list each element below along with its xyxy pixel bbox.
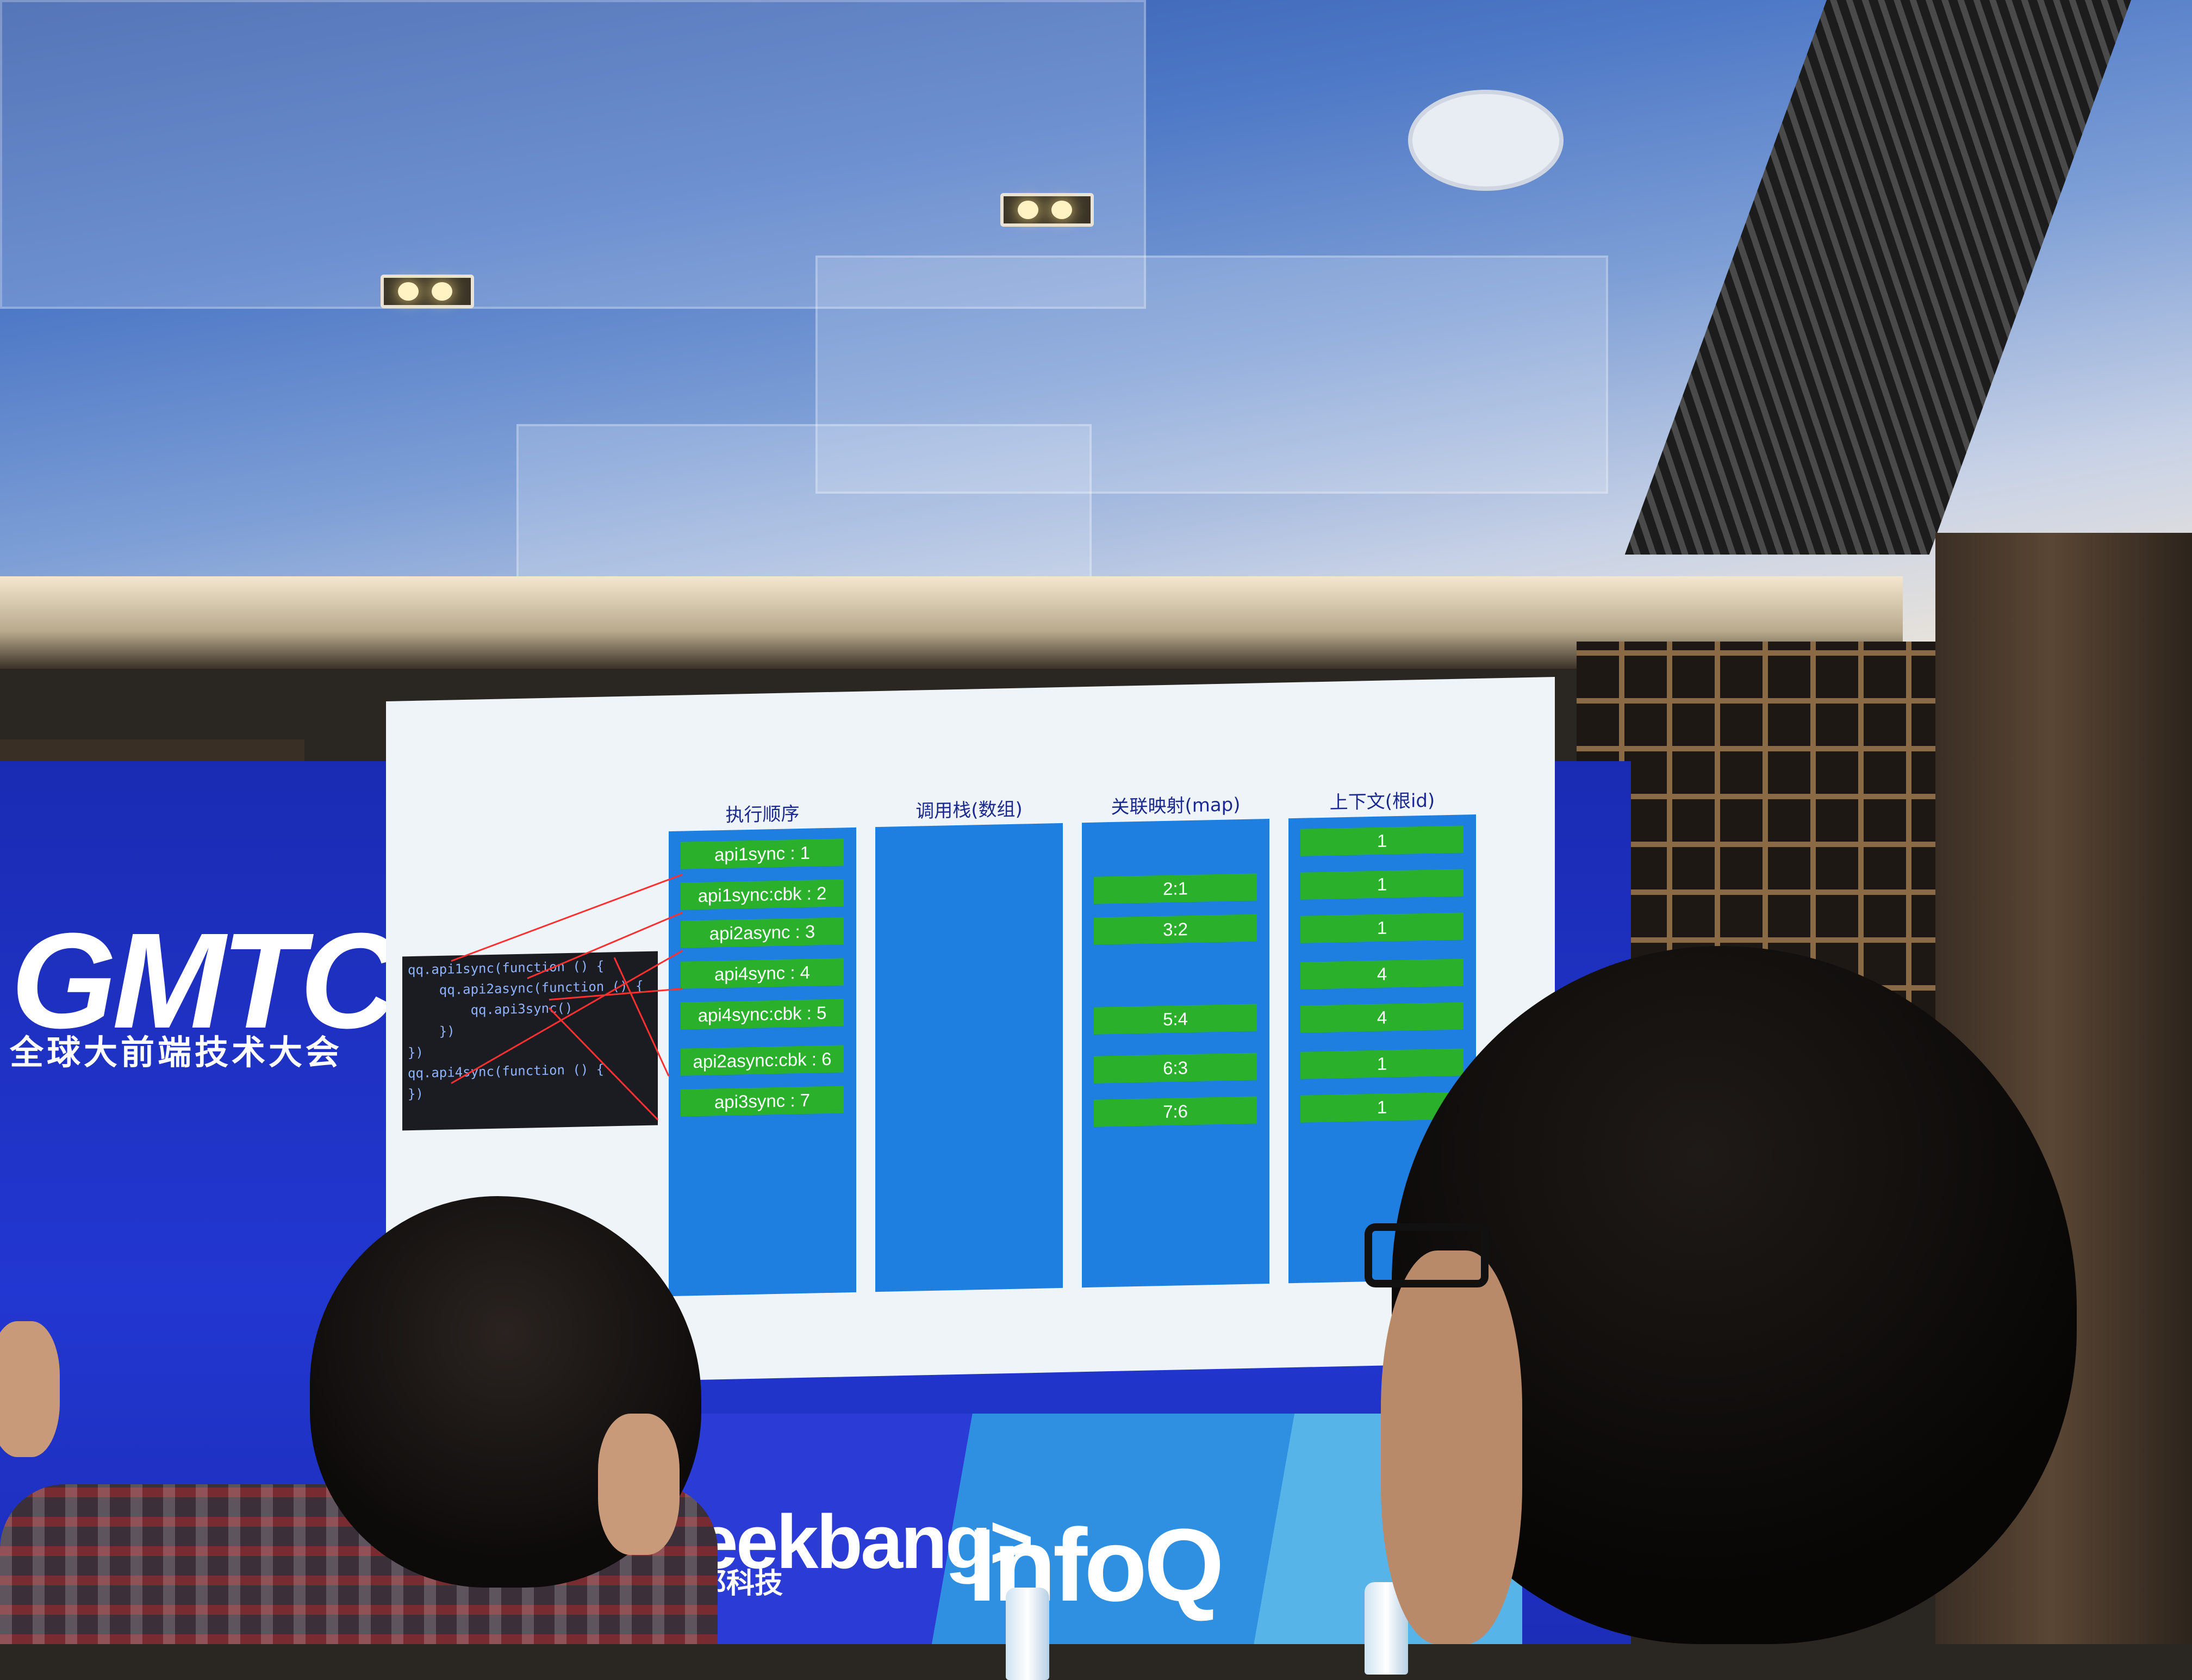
association-line (548, 1007, 659, 1121)
ceiling-downlight (1000, 193, 1094, 227)
eyeglasses (1365, 1223, 1489, 1287)
association-line (527, 912, 683, 979)
association-line (451, 874, 683, 962)
association-line (549, 988, 683, 1001)
ceiling-downlight (381, 275, 474, 308)
audience-hand (0, 1321, 60, 1457)
association-line (451, 950, 683, 1084)
audience-ear (598, 1414, 680, 1555)
water-bottle (1006, 1588, 1049, 1680)
ceiling-speaker (1408, 90, 1564, 191)
audience-face (1381, 1250, 1522, 1644)
ceiling-panel (516, 424, 1092, 581)
gmtc-subtitle: 全球大前端技术大会 (10, 1032, 343, 1072)
